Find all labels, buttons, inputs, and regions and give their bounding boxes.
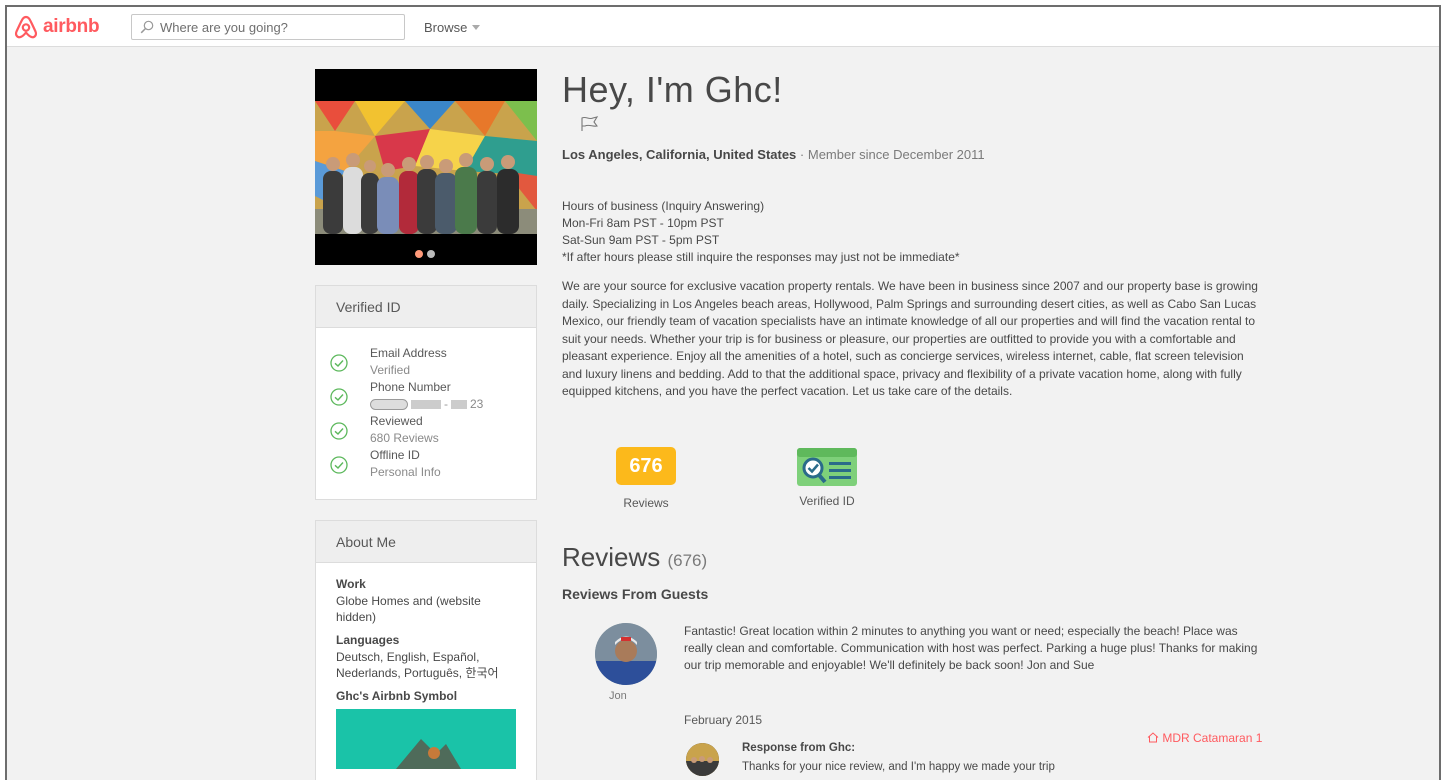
location-line: Los Angeles, California, United States ·… [562,147,985,162]
verified-item-email: Email Address Verified [330,346,536,380]
airbnb-symbol-image [336,709,516,769]
verified-item-reviewed: Reviewed 680 Reviews [330,414,536,448]
reviews-subheading: Reviews From Guests [562,586,709,602]
verified-id-panel: Verified ID Email Address Verified Phone… [315,285,537,500]
search-input[interactable] [160,19,390,35]
carousel-dots [415,250,435,258]
redaction-mark [411,399,441,409]
reviewer-name[interactable]: Jon [609,690,627,702]
verified-item-phone: Phone Number - 23 [330,380,536,414]
location-text: Los Angeles, California, United States [562,147,797,162]
phone-suffix: 23 [470,397,484,411]
redaction-mark [370,398,408,410]
chevron-down-icon [472,25,481,30]
redaction-mark [451,399,467,409]
host-response-heading: Response from Ghc: [742,742,856,754]
review-date: February 2015 [684,713,763,727]
carousel-dot[interactable] [427,250,435,258]
profile-photo-carousel[interactable] [315,69,537,265]
reviews-badge-label: Reviews [623,496,669,510]
verified-item-status: Personal Info [370,465,441,479]
verified-item-label: Phone Number [370,380,451,394]
verified-item-offline: Offline ID Personal Info [330,448,536,482]
hours-line: *If after hours please still inquire the… [562,250,960,264]
verified-item-status: Verified [370,363,411,377]
about-me-panel: About Me Work Globe Homes and (website h… [315,520,537,780]
verified-badge-label: Verified ID [799,494,855,508]
search-icon [140,20,154,34]
browse-label: Browse [424,20,468,35]
profile-description: We are your source for exclusive vacatio… [562,279,1258,398]
top-nav-bar: airbnb Browse [7,7,1439,47]
belo-logo-icon [14,15,38,39]
search-box[interactable] [131,14,405,40]
hours-line: Sat-Sun 9am PST - 5pm PST [562,233,720,247]
member-since: Member since December 2011 [807,147,985,162]
verified-item-label: Offline ID [370,448,420,462]
phone-masked: - 23 [370,397,483,411]
check-circle-icon [330,354,348,372]
reviews-count: (676) [667,551,708,570]
verified-panel-title: Verified ID [316,286,536,328]
check-circle-icon [330,388,348,406]
work-text: Globe Homes and (website hidden) [336,594,481,624]
check-circle-icon [330,422,348,440]
profile-title: Hey, I'm Ghc! [562,69,783,110]
languages-text: Deutsch, English, Español, Nederlands, P… [336,650,499,680]
symbol-heading: Ghc's Airbnb Symbol [336,689,458,703]
work-heading: Work [336,577,366,591]
verified-item-label: Email Address [370,346,447,360]
brand-name: airbnb [43,16,100,37]
about-content: Work Globe Homes and (website hidden) La… [316,563,536,769]
airbnb-logo[interactable]: airbnb [13,14,100,40]
host-response-text: Thanks for your nice review, and I'm hap… [742,761,1055,773]
home-icon [1147,732,1159,743]
reviews-heading: Reviews (676) [562,542,707,573]
check-circle-icon [330,456,348,474]
separator: · [796,147,808,162]
reviews-heading-text: Reviews [562,542,661,572]
listing-name: MDR Catamaran 1 [1162,731,1263,745]
verified-list: Email Address Verified Phone Number - 23… [316,328,536,482]
about-panel-title: About Me [316,521,536,563]
browse-menu[interactable]: Browse [424,20,481,35]
hours-line: Mon-Fri 8am PST - 10pm PST [562,216,724,230]
reviewer-avatar[interactable] [595,623,657,685]
reviews-count-badge[interactable]: 676 [616,447,676,485]
verified-id-badge-icon[interactable] [796,447,858,487]
profile-photo [315,101,537,234]
verified-item-status: 680 Reviews [370,431,439,445]
verified-item-label: Reviewed [370,414,423,428]
review-listing-link[interactable]: MDR Catamaran 1 [1147,731,1262,745]
carousel-dot[interactable] [415,250,423,258]
business-hours: Hours of business (Inquiry Answering) Mo… [562,198,960,266]
hours-line: Hours of business (Inquiry Answering) [562,199,765,213]
host-avatar[interactable] [686,743,719,776]
page-frame: airbnb Browse [5,5,1441,780]
languages-heading: Languages [336,633,400,647]
flag-icon[interactable] [580,115,600,133]
review-text: Fantastic! Great location within 2 minut… [684,624,1258,672]
